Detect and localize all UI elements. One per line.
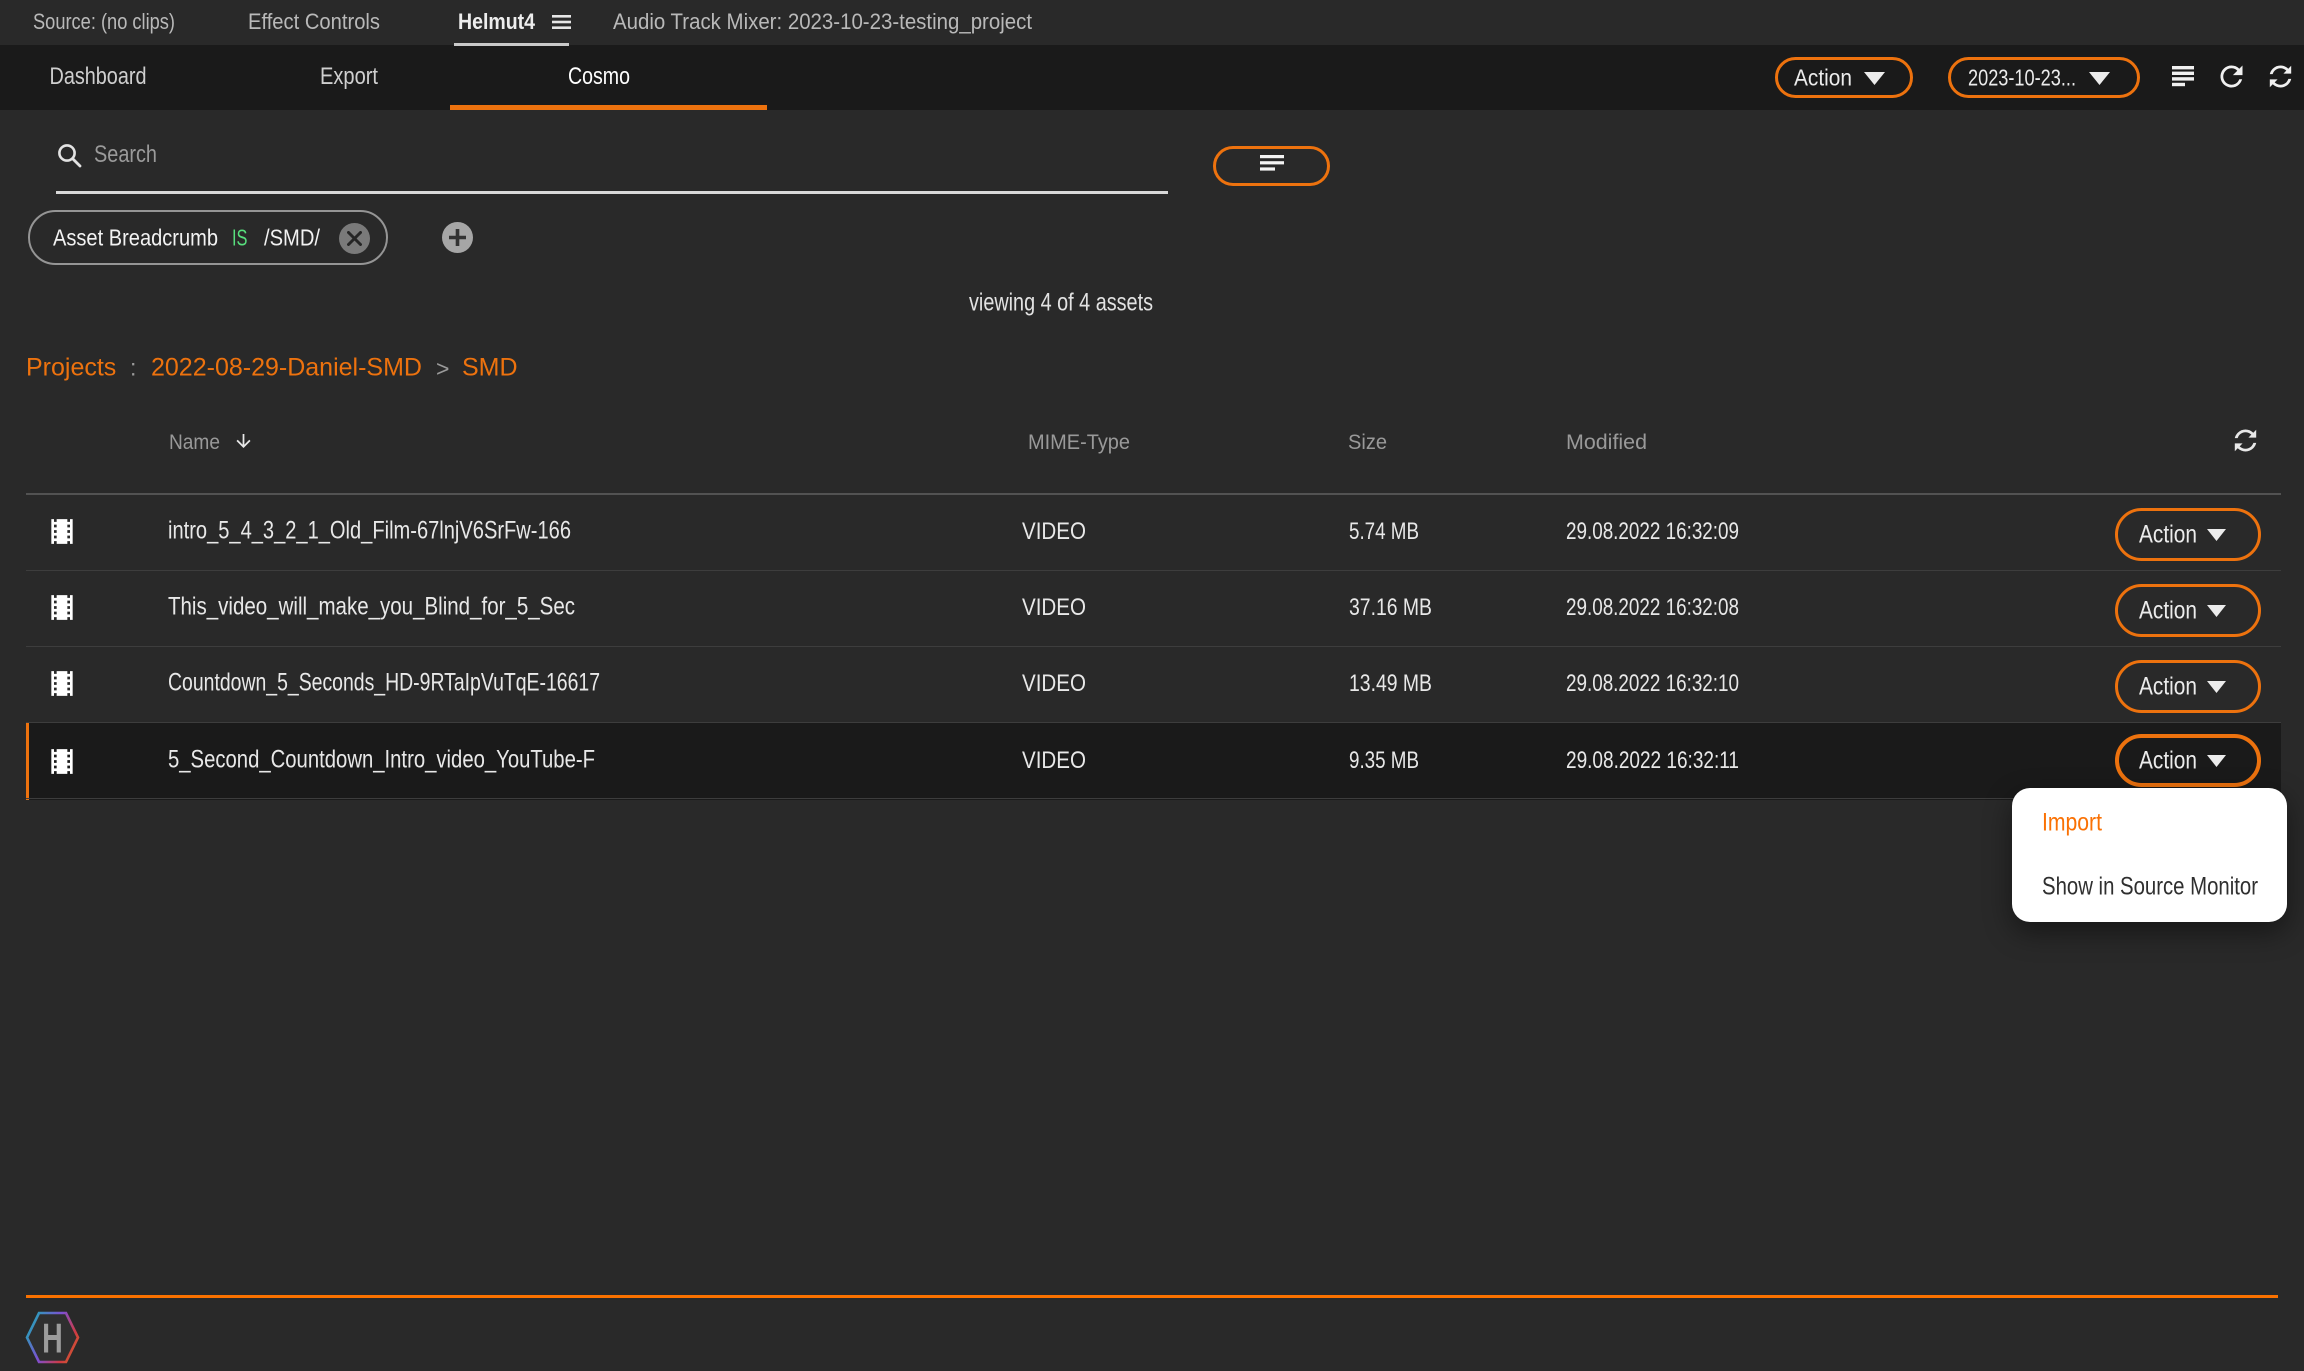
- svg-text:H: H: [42, 1314, 63, 1362]
